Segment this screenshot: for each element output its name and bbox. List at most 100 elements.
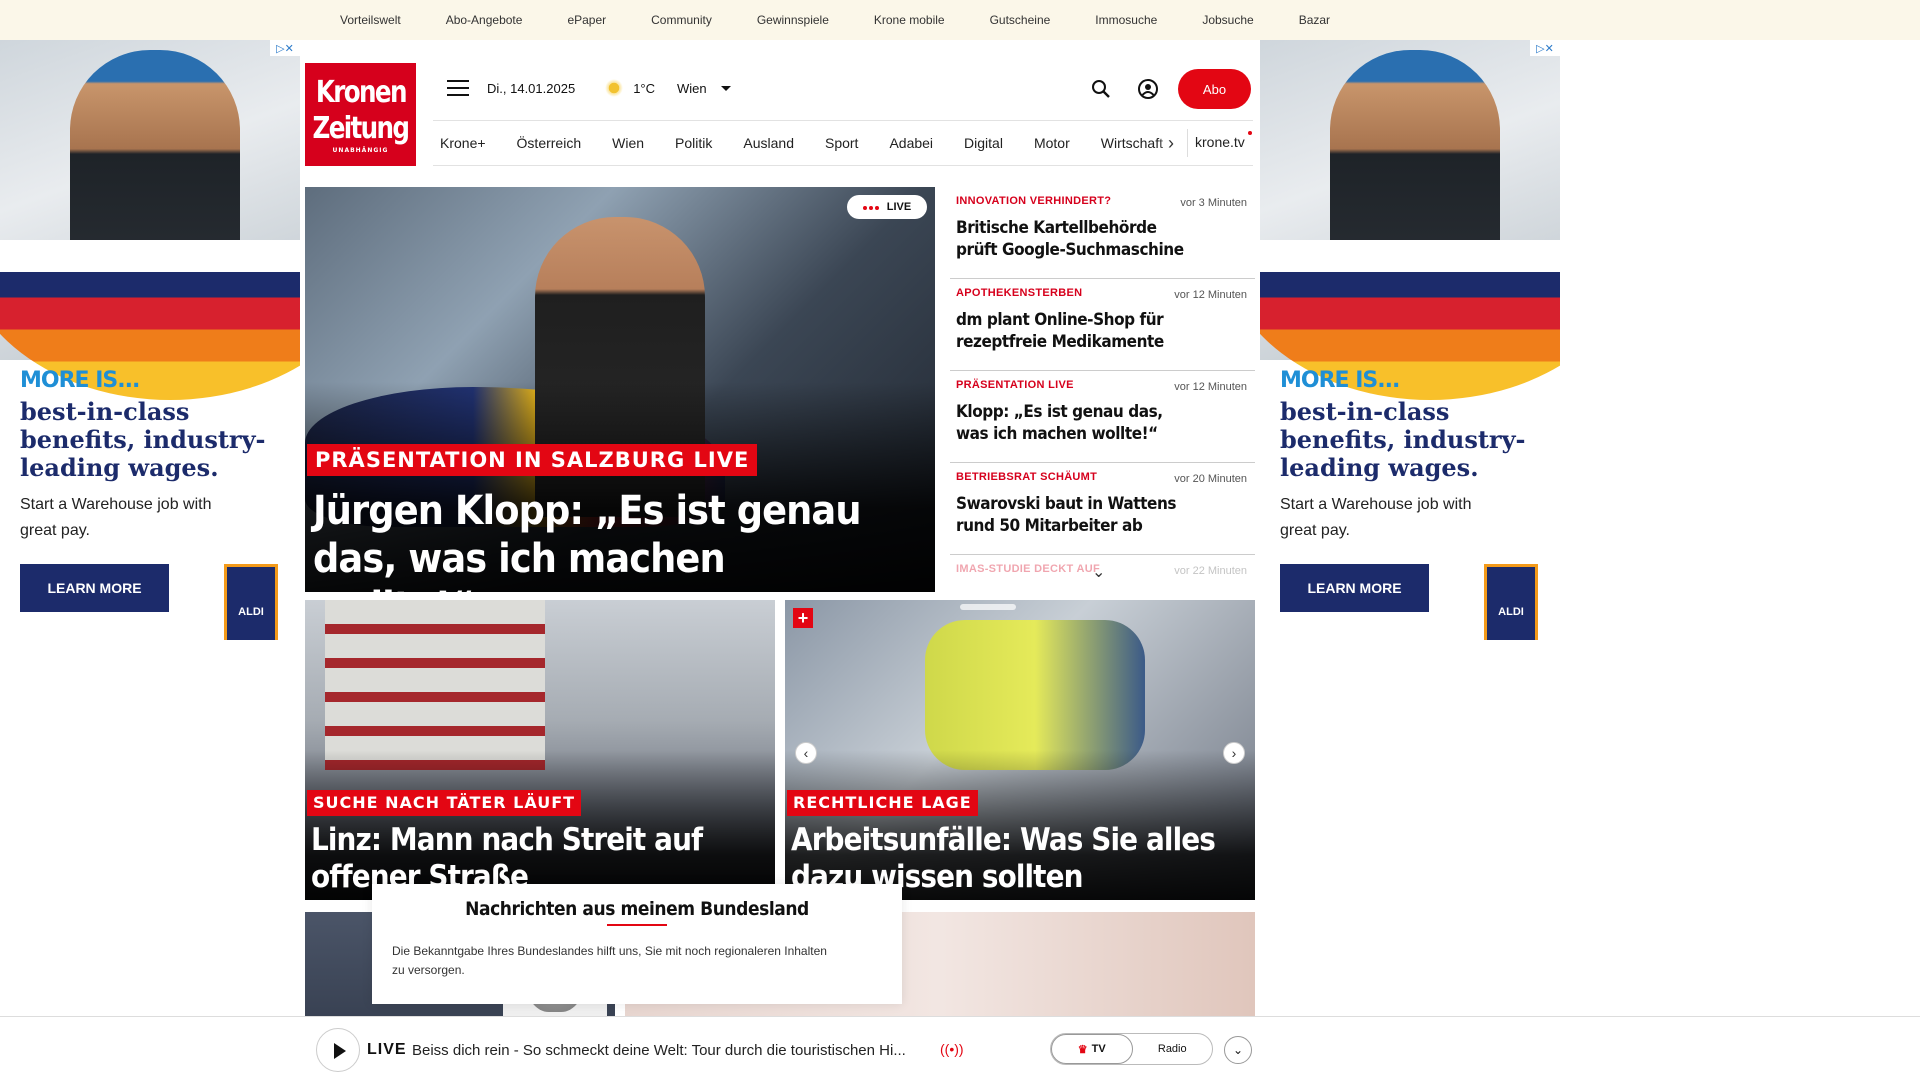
player-expand-chevron-icon[interactable]: ⌄ [1224,1036,1252,1064]
list-item-time: vor 12 Minuten [1174,381,1247,393]
topnav-abo-angebote[interactable]: Abo-Angebote [446,13,523,27]
card-kicker: RECHTLICHE LAGE [787,790,978,816]
list-item-time: vor 20 Minuten [1174,473,1247,485]
current-date: Di., 14.01.2025 [487,80,576,96]
search-icon[interactable] [1090,78,1112,100]
article-card-arbeitsunfaelle[interactable]: + ‹ › RECHTLICHE LAGE Arbeitsunfälle: Wa… [785,600,1255,900]
ad-more-text: MORE IS... [20,368,140,393]
nav-divider [1187,129,1188,157]
card-building-image [325,600,545,770]
bundesland-text: Die Bekanntgabe Ihres Bundeslandes hilft… [392,944,827,977]
topnav-epaper[interactable]: ePaper [567,13,606,27]
news-ticker-list: INNOVATION VERHINDERT? vor 3 Minuten Bri… [950,187,1255,592]
topnav-gutscheine[interactable]: Gutscheine [990,13,1051,27]
hero-kicker: PRÄSENTATION IN SALZBURG LIVE [307,444,758,476]
main-navigation: Krone+ Österreich Wien Politik Ausland S… [433,120,1253,166]
tv-radio-toggle[interactable]: ♛ TV Radio [1050,1033,1213,1065]
chevron-down-icon[interactable] [720,85,731,91]
list-item-title[interactable]: Klopp: „Es ist genau das, was ich machen… [956,401,1190,445]
list-item-title[interactable]: Britische Kartellbehörde prüft Google-Su… [956,217,1190,261]
chevron-right-icon[interactable]: › [1168,133,1174,154]
radio-option[interactable]: Radio [1133,1034,1213,1064]
nav-digital[interactable]: Digital [964,135,1003,151]
ad-learn-more-button[interactable]: LEARN MORE [20,564,169,612]
site-header: Di., 14.01.2025 1°C Wien Abo [433,63,1253,113]
logo-line-2: Zeitung [312,110,411,146]
list-item-time: vor 22 Minuten [1174,565,1247,577]
list-item[interactable]: BETRIEBSRAT SCHÄUMT vor 20 Minuten Swaro… [950,463,1255,555]
article-card-linz[interactable]: SUCHE NACH TÄTER LÄUFT Linz: Mann nach S… [305,600,775,900]
ad-subtext: Start a Warehouse job with great pay. [1280,496,1472,539]
topnav-immosuche[interactable]: Immosuche [1095,13,1157,27]
title-underline [607,924,667,926]
ad-headline: best-in-class benefits, industry-leading… [20,397,266,482]
player-title[interactable]: Beiss dich rein - So schmeckt deine Welt… [412,1042,932,1059]
topnav-bazar[interactable]: Bazar [1299,13,1330,27]
krone-plus-icon: + [793,608,813,628]
crown-icon: ♛ [1077,1043,1088,1056]
card-kicker: SUCHE NACH TÄTER LÄUFT [307,790,582,816]
topnav-community[interactable]: Community [651,13,712,27]
city-select[interactable]: Wien [677,81,707,96]
card-worker-image [925,620,1145,770]
bundesland-prompt: Nachrichten aus meinem Bundesland Die Be… [372,884,902,1004]
ad-right[interactable]: ▷✕ MORE IS... best-in-class benefits, in… [1260,40,1560,640]
broadcast-icon: ((•)) [940,1041,964,1057]
nav-krone-tv[interactable]: krone.tv [1195,134,1245,150]
user-account-icon[interactable] [1137,78,1159,100]
ad-close-icon[interactable]: ▷✕ [270,40,300,56]
live-player-bar: LIVE Beiss dich rein - So schmeckt deine… [0,1016,1920,1080]
ad-headline: best-in-class benefits, industry-leading… [1280,397,1526,482]
list-item-title[interactable]: dm plant Online-Shop für rezeptfreie Med… [956,309,1190,353]
logo-line-1: Kronen [315,74,408,110]
ad-left[interactable]: ▷✕ MORE IS... best-in-class benefits, in… [0,40,300,640]
sun-weather-icon [605,79,624,97]
aldi-logo: ALDI [1484,564,1538,640]
nav-motor[interactable]: Motor [1034,135,1070,151]
menu-icon[interactable] [447,80,469,96]
nav-ausland[interactable]: Ausland [743,135,794,151]
list-item[interactable]: APOTHEKENSTERBEN vor 12 Minuten dm plant… [950,279,1255,371]
topnav-jobsuche[interactable]: Jobsuche [1202,13,1253,27]
play-icon [334,1043,346,1059]
ad-subtext: Start a Warehouse job with great pay. [20,496,212,539]
abo-button[interactable]: Abo [1178,69,1251,109]
nav-oesterreich[interactable]: Österreich [517,135,582,151]
live-dot-icon [1248,131,1252,135]
list-item-time: vor 12 Minuten [1174,289,1247,301]
ad-close-icon[interactable]: ▷✕ [1530,40,1560,56]
bundesland-title: Nachrichten aus meinem Bundesland [465,898,809,920]
live-badge-label: LIVE [886,201,912,213]
list-item-title[interactable]: Swarovski baut in Wattens rund 50 Mitarb… [956,493,1190,537]
play-button[interactable] [316,1028,360,1072]
carousel-indicator [960,604,1016,610]
tv-option-label: TV [1091,1043,1106,1055]
aldi-logo: ALDI [224,564,278,640]
nav-politik[interactable]: Politik [675,135,712,151]
tv-option[interactable]: ♛ TV [1051,1034,1133,1064]
nav-adabei[interactable]: Adabei [889,135,933,151]
logo-tagline: UNABHÄNGIG [332,146,389,154]
carousel-prev-icon[interactable]: ‹ [795,742,817,764]
radio-option-label: Radio [1157,1043,1187,1055]
nav-krone-plus[interactable]: Krone+ [440,135,486,151]
hero-article[interactable]: LIVE PRÄSENTATION IN SALZBURG LIVE Jürge… [305,187,935,592]
nav-sport[interactable]: Sport [825,135,858,151]
ad-learn-more-button[interactable]: LEARN MORE [1280,564,1429,612]
topnav-vorteilswelt[interactable]: Vorteilswelt [340,13,401,27]
player-live-label: LIVE [367,1041,407,1058]
nav-wirtschaft[interactable]: Wirtschaft [1101,135,1163,151]
chevron-down-icon[interactable]: ⌄ [1092,562,1105,582]
list-item-time: vor 3 Minuten [1180,197,1247,209]
list-item[interactable]: PRÄSENTATION LIVE vor 12 Minuten Klopp: … [950,371,1255,463]
topnav-gewinnspiele[interactable]: Gewinnspiele [757,13,829,27]
kronen-zeitung-logo[interactable]: Kronen Zeitung UNABHÄNGIG [305,63,416,166]
ad-more-text: MORE IS... [1280,368,1400,393]
carousel-next-icon[interactable]: › [1223,742,1245,764]
topnav-krone-mobile[interactable]: Krone mobile [874,13,945,27]
hero-title[interactable]: Jürgen Klopp: „Es ist genau das, was ich… [313,487,865,592]
nav-wien[interactable]: Wien [612,135,644,151]
top-utility-bar: Vorteilswelt Abo-Angebote ePaper Communi… [0,0,1920,40]
temperature: 1°C [633,80,656,96]
list-item[interactable]: INNOVATION VERHINDERT? vor 3 Minuten Bri… [950,187,1255,279]
